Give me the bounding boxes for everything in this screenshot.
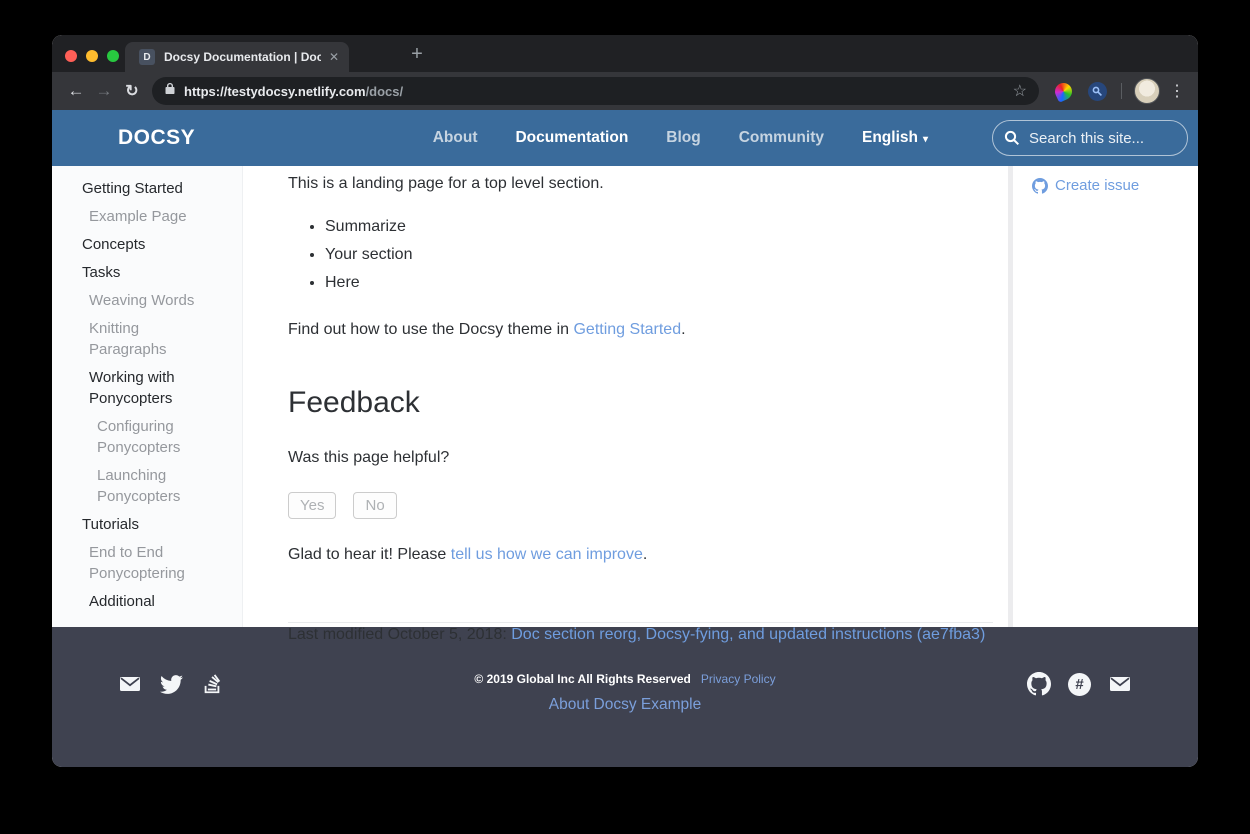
intro-paragraph: This is a landing page for a top level s… bbox=[288, 172, 993, 196]
create-issue-link[interactable]: Create issue bbox=[1032, 177, 1198, 194]
slack-icon[interactable]: # bbox=[1068, 673, 1091, 696]
language-dropdown[interactable]: English ▾ bbox=[862, 129, 928, 147]
mail-icon[interactable] bbox=[1108, 672, 1132, 696]
close-tab-icon[interactable]: ✕ bbox=[329, 50, 339, 64]
toolbar-divider bbox=[1121, 83, 1122, 99]
chevron-down-icon: ▾ bbox=[923, 134, 928, 145]
mail-icon[interactable] bbox=[118, 672, 142, 696]
browser-toolbar: ← → ↻ https://testydocsy.netlify.com /do… bbox=[52, 72, 1198, 110]
response-suffix: . bbox=[643, 546, 647, 563]
lock-icon bbox=[164, 82, 176, 100]
about-docsy-link[interactable]: About Docsy Example bbox=[549, 696, 702, 714]
sidebar-item-knitting-paragraphs[interactable]: Knitting Paragraphs bbox=[52, 318, 242, 360]
site-navbar: DOCSY About Documentation Blog Community… bbox=[52, 110, 1198, 166]
list-item: Your section bbox=[325, 246, 993, 264]
improve-link[interactable]: tell us how we can improve bbox=[451, 546, 643, 563]
sidebar-item-end-to-end-ponycoptering[interactable]: End to End Ponycoptering bbox=[52, 542, 242, 584]
sidebar-item-example-page[interactable]: Example Page bbox=[52, 206, 242, 227]
password-extension-icon[interactable] bbox=[1088, 82, 1107, 101]
brand-logo[interactable]: DOCSY bbox=[118, 126, 195, 150]
url-path: /docs/ bbox=[366, 84, 404, 99]
profile-avatar[interactable] bbox=[1134, 78, 1160, 104]
bookmark-star-icon[interactable]: ☆ bbox=[1013, 81, 1027, 101]
nav-item-blog[interactable]: Blog bbox=[666, 129, 700, 147]
twitter-icon[interactable] bbox=[160, 673, 183, 696]
last-modified: Last modified October 5, 2018: Doc secti… bbox=[288, 623, 993, 647]
find-out-paragraph: Find out how to use the Docsy theme in G… bbox=[288, 318, 993, 342]
search-icon bbox=[1004, 130, 1020, 146]
docs-sidebar: Getting Started Example Page Concepts Ta… bbox=[52, 166, 243, 627]
search-box bbox=[992, 120, 1188, 156]
sidebar-item-launching-ponycopters[interactable]: Launching Ponycopters bbox=[52, 465, 242, 507]
feedback-buttons: Yes No bbox=[288, 492, 993, 519]
site-footer: © 2019 Global Inc All Rights Reserved Pri… bbox=[52, 627, 1198, 767]
github-icon[interactable] bbox=[1027, 672, 1051, 696]
getting-started-link[interactable]: Getting Started bbox=[573, 321, 681, 338]
find-out-suffix: . bbox=[681, 321, 685, 338]
nav-links: About Documentation Blog Community Engli… bbox=[433, 120, 1188, 156]
tab-title: Docsy Documentation | Docsy bbox=[164, 50, 321, 64]
minimize-window-button[interactable] bbox=[86, 50, 98, 62]
commit-link[interactable]: Doc section reorg, Docsy-fying, and upda… bbox=[511, 626, 985, 643]
sidebar-item-working-with-ponycopters[interactable]: Working with Ponycopters bbox=[52, 367, 242, 409]
browser-tab[interactable]: D Docsy Documentation | Docsy ✕ bbox=[125, 42, 349, 72]
sidebar-item-configuring-ponycopters[interactable]: Configuring Ponycopters bbox=[52, 416, 242, 458]
stack-overflow-icon[interactable] bbox=[201, 673, 223, 695]
url-host: https://testydocsy.netlify.com bbox=[184, 84, 366, 99]
nav-item-about[interactable]: About bbox=[433, 129, 478, 147]
browser-menu-icon[interactable]: ⋮ bbox=[1166, 81, 1188, 101]
address-bar[interactable]: https://testydocsy.netlify.com /docs/ ☆ bbox=[152, 77, 1039, 105]
bullet-list: Summarize Your section Here bbox=[288, 218, 993, 292]
page-content: Getting Started Example Page Concepts Ta… bbox=[52, 166, 1198, 627]
list-item: Summarize bbox=[325, 218, 993, 236]
footer-center: © 2019 Global Inc All Rights Reserved Pri… bbox=[292, 672, 958, 714]
right-sidebar: Create issue bbox=[1013, 166, 1198, 627]
color-extension-icon[interactable] bbox=[1052, 80, 1075, 103]
response-prefix: Glad to hear it! Please bbox=[288, 546, 451, 563]
list-item: Here bbox=[325, 274, 993, 292]
yes-button[interactable]: Yes bbox=[288, 492, 336, 519]
no-button[interactable]: No bbox=[353, 492, 396, 519]
sidebar-item-concepts[interactable]: Concepts bbox=[52, 234, 242, 255]
main-article: This is a landing page for a top level s… bbox=[243, 166, 1008, 627]
sidebar-item-weaving-words[interactable]: Weaving Words bbox=[52, 290, 242, 311]
sidebar-item-tasks[interactable]: Tasks bbox=[52, 262, 242, 283]
search-input[interactable] bbox=[992, 120, 1188, 156]
create-issue-label: Create issue bbox=[1055, 177, 1139, 194]
language-label: English bbox=[862, 129, 918, 146]
forward-icon[interactable]: → bbox=[90, 77, 118, 105]
tab-strip: D Docsy Documentation | Docsy ✕ + bbox=[52, 35, 1198, 72]
footer-social-left bbox=[52, 672, 292, 696]
feedback-question: Was this page helpful? bbox=[288, 446, 993, 470]
nav-item-documentation[interactable]: Documentation bbox=[515, 129, 628, 147]
nav-item-community[interactable]: Community bbox=[739, 129, 824, 147]
footer-social-right: # bbox=[958, 672, 1198, 696]
back-icon[interactable]: ← bbox=[62, 77, 90, 105]
traffic-lights bbox=[65, 50, 119, 62]
sidebar-item-tutorials[interactable]: Tutorials bbox=[52, 514, 242, 535]
sidebar-item-additional[interactable]: Additional bbox=[52, 591, 242, 612]
github-icon bbox=[1032, 178, 1048, 194]
last-modified-prefix: Last modified October 5, 2018: bbox=[288, 626, 511, 643]
sidebar-item-getting-started[interactable]: Getting Started bbox=[52, 178, 242, 199]
site-favicon-icon: D bbox=[139, 49, 155, 65]
reload-icon[interactable]: ↻ bbox=[118, 77, 146, 105]
close-window-button[interactable] bbox=[65, 50, 77, 62]
privacy-policy-link[interactable]: Privacy Policy bbox=[701, 672, 776, 686]
copyright-text: © 2019 Global Inc All Rights Reserved bbox=[474, 672, 690, 686]
feedback-heading: Feedback bbox=[288, 386, 993, 420]
zoom-window-button[interactable] bbox=[107, 50, 119, 62]
feedback-response: Glad to hear it! Please tell us how we c… bbox=[288, 543, 993, 567]
find-out-prefix: Find out how to use the Docsy theme in bbox=[288, 321, 573, 338]
new-tab-button[interactable]: + bbox=[404, 41, 430, 67]
browser-window: D Docsy Documentation | Docsy ✕ + ← → ↻ … bbox=[52, 35, 1198, 767]
